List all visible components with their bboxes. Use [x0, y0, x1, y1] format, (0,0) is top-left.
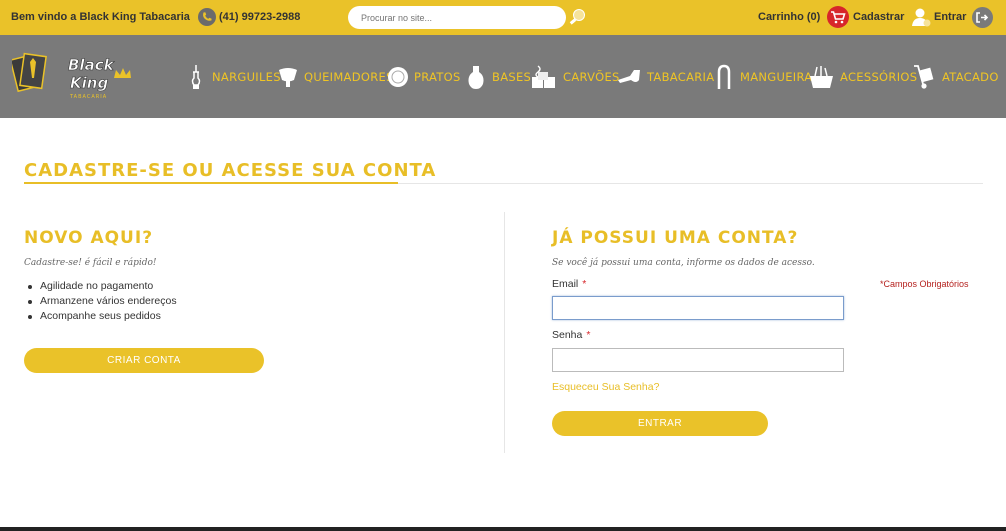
login-arrow-icon[interactable] — [972, 7, 993, 28]
hookah-icon — [191, 64, 201, 89]
search-icon[interactable] — [569, 8, 587, 26]
handtruck-icon — [914, 64, 934, 89]
email-field[interactable] — [552, 296, 844, 320]
email-label: Email * — [552, 278, 587, 290]
new-customer-heading: NOVO AQUI? — [24, 228, 154, 248]
login-heading: JÁ POSSUI UMA CONTA? — [552, 228, 799, 248]
svg-text:Black: Black — [68, 56, 115, 74]
required-fields-note: *Campos Obrigatórios — [880, 279, 969, 289]
title-underline — [24, 182, 398, 184]
login-button[interactable]: ENTRAR — [552, 411, 768, 436]
page-title: CADASTRE-SE OU ACESSE SUA CONTA — [24, 160, 437, 181]
whatsapp-icon — [198, 8, 216, 26]
accessories-icon — [810, 65, 833, 88]
footer-bar — [0, 527, 1006, 531]
search-input[interactable] — [348, 6, 566, 29]
nav-acessorios[interactable]: ACESSÓRIOS — [808, 35, 917, 118]
burner-icon — [279, 67, 297, 87]
user-add-icon[interactable] — [910, 6, 932, 28]
plate-icon — [388, 66, 408, 87]
charcoal-icon — [532, 64, 555, 88]
signup-link[interactable]: Cadastrar — [853, 11, 904, 23]
required-mark: * — [582, 278, 587, 290]
hose-icon — [717, 64, 731, 89]
new-customer-subtitle: Cadastre-se! é fácil e rápido! — [24, 258, 157, 268]
pipe-icon — [618, 69, 640, 83]
svg-text:TABACARIA: TABACARIA — [69, 94, 107, 100]
password-field[interactable] — [552, 348, 844, 372]
column-divider — [504, 212, 505, 453]
login-link[interactable]: Entrar — [934, 11, 966, 23]
logo[interactable]: Black King TABACARIA — [9, 48, 132, 104]
required-mark: * — [586, 329, 591, 341]
cart-link[interactable]: Carrinho (0) — [758, 11, 820, 23]
benefits-list: Agilidade no pagamento Armanzene vários … — [24, 280, 177, 325]
welcome-text: Bem vindo a Black King Tabacaria — [11, 11, 190, 23]
phone-number[interactable]: (41) 99723-2988 — [219, 11, 300, 23]
main-nav: Black King TABACARIA NARGUILES QUEIMADOR… — [0, 35, 1006, 118]
login-subtitle: Se você já possui uma conta, informe os … — [552, 258, 815, 268]
nav-narguiles[interactable]: NARGUILES — [185, 35, 281, 118]
nav-atacado[interactable]: ATACADO — [911, 35, 999, 118]
svg-text:King: King — [70, 74, 108, 92]
nav-carvoes[interactable]: CARVÕES — [530, 35, 620, 118]
cart-icon[interactable] — [827, 6, 849, 28]
list-item: Agilidade no pagamento — [24, 280, 177, 295]
nav-pratos[interactable]: PRATOS — [387, 35, 461, 118]
top-bar: Bem vindo a Black King Tabacaria (41) 99… — [0, 0, 1006, 35]
nav-bases[interactable]: BASES — [465, 35, 531, 118]
create-account-button[interactable]: CRIAR CONTA — [24, 348, 264, 373]
nav-tabacaria[interactable]: TABACARIA — [616, 35, 714, 118]
base-icon — [468, 65, 484, 89]
nav-mangueira[interactable]: MANGUEIRA — [713, 35, 812, 118]
list-item: Acompanhe seus pedidos — [24, 310, 177, 325]
forgot-password-link[interactable]: Esqueceu Sua Senha? — [552, 381, 659, 393]
password-label: Senha * — [552, 329, 591, 341]
nav-queimadores[interactable]: QUEIMADORES — [277, 35, 394, 118]
list-item: Armanzene vários endereços — [24, 295, 177, 310]
